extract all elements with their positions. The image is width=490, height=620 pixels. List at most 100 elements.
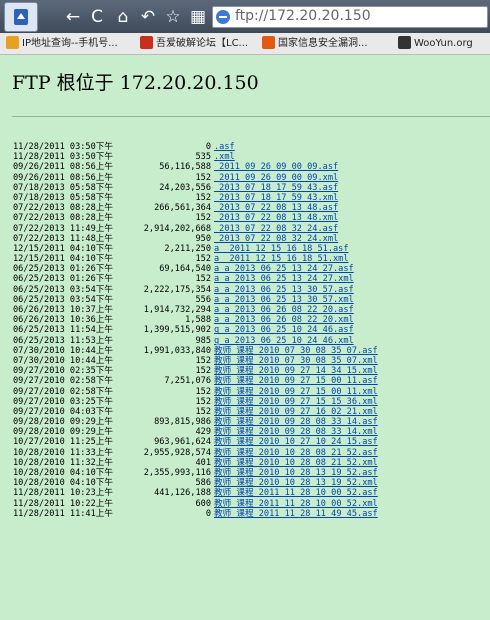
file-link[interactable]: 教师_课程_2010_09_28_08_33_14.asf (214, 417, 378, 427)
file-row: 07/22/2013 11:49上午 2,914,202,668 _2013_07_… (0, 224, 490, 234)
file-link[interactable]: a_a_2013_06_26_08_22_20.asf (214, 305, 354, 315)
file-link[interactable]: _2011_09_26_09_00_09.xml (214, 173, 338, 183)
bookmark-item[interactable]: WooYun.org (398, 36, 488, 52)
file-listing: 11/28/2011 03:50下午 0 .asf 11/28/2011 03:50下… (0, 142, 490, 519)
file-size: 1,588 (185, 315, 211, 326)
file-link[interactable]: 教师_课程_2010_10_28_08_21_52.asf (214, 448, 378, 458)
file-row: 07/30/2010 10:44上午 152 教师_课程_2010_07_30_08… (0, 356, 490, 366)
file-row: 09/27/2010 02:58下午 152 教师_课程_2010_09_27_15… (0, 387, 490, 397)
file-size: 893,815,986 (154, 417, 211, 428)
file-link[interactable]: .asf (214, 142, 235, 152)
file-size: 152 (195, 355, 211, 366)
file-link[interactable]: a_a_2013_06_25_13_30_57.xml (214, 295, 354, 305)
file-row: 06/25/2013 01:26下午 152 a_a_2013_06_25_13_2… (0, 274, 490, 284)
download-arrow-icon (14, 9, 28, 25)
file-date: 06/25/2013 11:53上午 (13, 335, 113, 346)
bookmark-item[interactable]: 吾爱破解论坛【LC... (140, 36, 256, 52)
file-link[interactable]: 教师_课程_2010_09_27_15_00_11.asf (214, 376, 378, 386)
file-size: 1,399,515,902 (143, 325, 211, 336)
file-date: 07/22/2013 11:48上午 (13, 233, 113, 244)
bookmark-label: WooYun.org (414, 38, 473, 49)
file-link[interactable]: _2013_07_18_17_59_43.asf (214, 183, 338, 193)
file-date: 07/22/2013 08:28上午 (13, 203, 113, 214)
file-link[interactable]: 教师_课程_2010_09_27_15_00_11.xml (214, 387, 378, 397)
file-link[interactable]: a_a_2013_06_25_13_24_27.xml (214, 274, 354, 284)
file-link[interactable]: _2011_09_26_09_00_09.asf (214, 162, 338, 172)
file-link[interactable]: _2013_07_22_08_32_24.xml (214, 234, 338, 244)
file-size: 152 (195, 386, 211, 397)
file-size: 152 (195, 274, 211, 285)
bookmark-item[interactable]: IP地址查询--手机号... (6, 36, 134, 52)
file-link[interactable]: _2013_07_22_08_13_48.asf (214, 203, 338, 213)
file-link[interactable]: _2013_07_18_17_59_43.xml (214, 193, 338, 203)
file-link[interactable]: 教师_课程_2010_09_27_14_34_15.xml (214, 366, 378, 376)
address-bar[interactable]: ftp://172.20.20.150 (212, 6, 488, 28)
file-link[interactable]: q_a_2013_06_25_10_24_46.asf (214, 325, 354, 335)
file-date: 06/25/2013 03:54下午 (13, 284, 113, 295)
file-size: 0 (205, 508, 211, 519)
file-date: 07/18/2013 05:58下午 (13, 192, 113, 203)
browser-app-icon[interactable] (4, 2, 38, 32)
file-link[interactable]: 教师_课程_2011_11_28_10_00_52.xml (214, 499, 378, 509)
file-size: 2,355,993,116 (143, 468, 211, 478)
file-row: 09/26/2011 08:56上午 152 _2011_09_26_09_00_0… (0, 173, 490, 183)
apps-grid-icon[interactable]: ▦ (187, 7, 209, 29)
favorite-star-icon[interactable]: ☆ (162, 7, 184, 29)
file-size: 600 (195, 498, 211, 509)
file-row: 07/18/2013 05:58下午 152 _2013_07_18_17_59_4… (0, 193, 490, 203)
file-date: 07/30/2010 10:44上午 (13, 345, 113, 356)
file-row: 11/28/2011 10:23上午 441,126,188 教师_课程_2011_… (0, 488, 490, 498)
file-link[interactable]: a_a_2013_06_25_13_24_27.asf (214, 264, 354, 274)
file-link[interactable]: q_a_2013_06_25_10_24_46.xml (214, 336, 354, 346)
file-link[interactable]: 教师_课程_2010_09_28_08_33_14.xml (214, 427, 378, 437)
file-date: 11/28/2011 03:50下午 (13, 142, 113, 152)
file-row: 11/28/2011 11:41上午 0 教师_课程_2011_11_28_11_4… (0, 509, 490, 519)
file-size: 1,914,732,294 (143, 305, 211, 315)
file-link[interactable]: 教师_课程_2010_10_28_13_19_52.xml (214, 478, 378, 488)
file-link[interactable]: 教师_课程_2011_11_28_10_00_52.asf (214, 488, 378, 498)
file-link[interactable]: a__2011_12_15_16_18_51.xml (214, 254, 349, 264)
file-row: 06/25/2013 11:54上午 1,399,515,902 q_a_2013_… (0, 325, 490, 335)
file-row: 07/22/2013 08:28上午 266,561,364 _2013_07_22… (0, 203, 490, 213)
file-row: 07/30/2010 10:44上午 1,991,033,840 教师_课程_201… (0, 346, 490, 356)
file-row: 07/22/2013 11:48上午 950 _2013_07_22_08_32_2… (0, 234, 490, 244)
file-link[interactable]: a_a_2013_06_26_08_22_20.xml (214, 315, 354, 325)
home-icon[interactable]: ⌂ (112, 7, 134, 29)
file-link[interactable]: 教师_课程_2010_10_28_13_19_52.asf (214, 468, 378, 478)
file-row: 11/28/2011 03:50下午 535 .xml (0, 152, 490, 162)
file-link[interactable]: _2013_07_22_08_13_48.xml (214, 213, 338, 223)
file-link[interactable]: _2013_07_22_08_32_24.asf (214, 224, 338, 234)
page-title: FTP 根位于 172.20.20.150 (12, 72, 259, 94)
back-icon[interactable]: ← (62, 7, 84, 29)
globe-icon (216, 10, 230, 24)
file-date: 09/27/2010 02:58下午 (13, 376, 113, 387)
divider (12, 116, 490, 117)
file-link[interactable]: 教师_课程_2010_09_27_16_02_21.xml (214, 407, 378, 417)
file-row: 09/27/2010 02:58下午 7,251,076 教师_课程_2010_09… (0, 376, 490, 386)
reload-icon[interactable]: C (86, 7, 108, 29)
file-row: 11/28/2011 03:50下午 0 .asf (0, 142, 490, 152)
file-link[interactable]: 教师_课程_2010_07_30_08_35_07.asf (214, 346, 378, 356)
file-link[interactable]: a_a_2013_06_25_13_30_57.asf (214, 285, 354, 295)
bookmark-item[interactable]: 国家信息安全漏洞... (262, 36, 390, 52)
file-size: 2,222,175,354 (143, 284, 211, 295)
file-link[interactable]: 教师_课程_2010_09_27_15_15_36.xml (214, 397, 378, 407)
file-size: 152 (195, 406, 211, 417)
undo-icon[interactable]: ↶ (137, 7, 159, 29)
file-link[interactable]: a__2011_12_15_16_18_51.asf (214, 244, 349, 254)
address-url[interactable]: ftp://172.20.20.150 (235, 8, 371, 24)
bookmarks-bar: IP地址查询--手机号... 吾爱破解论坛【LC... 国家信息安全漏洞... Woo… (0, 33, 490, 55)
file-row: 09/27/2010 03:25下午 152 教师_课程_2010_09_27_15… (0, 397, 490, 407)
file-link[interactable]: 教师_课程_2011_11_28_11_49_45.asf (214, 509, 378, 519)
file-row: 09/27/2010 02:35下午 152 教师_课程_2010_09_27_14… (0, 366, 490, 376)
file-link[interactable]: .xml (214, 152, 235, 162)
file-size: 1,991,033,840 (143, 345, 211, 356)
file-date: 06/25/2013 01:26下午 (13, 274, 113, 285)
file-row: 10/28/2010 04:10下午 586 教师_课程_2010_10_28_13… (0, 478, 490, 488)
file-link[interactable]: 教师_课程_2010_10_28_08_21_52.xml (214, 458, 378, 468)
file-row: 06/26/2013 10:37上午 1,914,732,294 a_a_2013_… (0, 305, 490, 315)
file-link[interactable]: 教师_课程_2010_07_30_08_35_07.xml (214, 356, 378, 366)
file-date: 11/28/2011 11:41上午 (13, 508, 113, 519)
file-link[interactable]: 教师_课程_2010_10_27_10_24_15.asf (214, 437, 378, 447)
file-size: 401 (195, 457, 211, 468)
